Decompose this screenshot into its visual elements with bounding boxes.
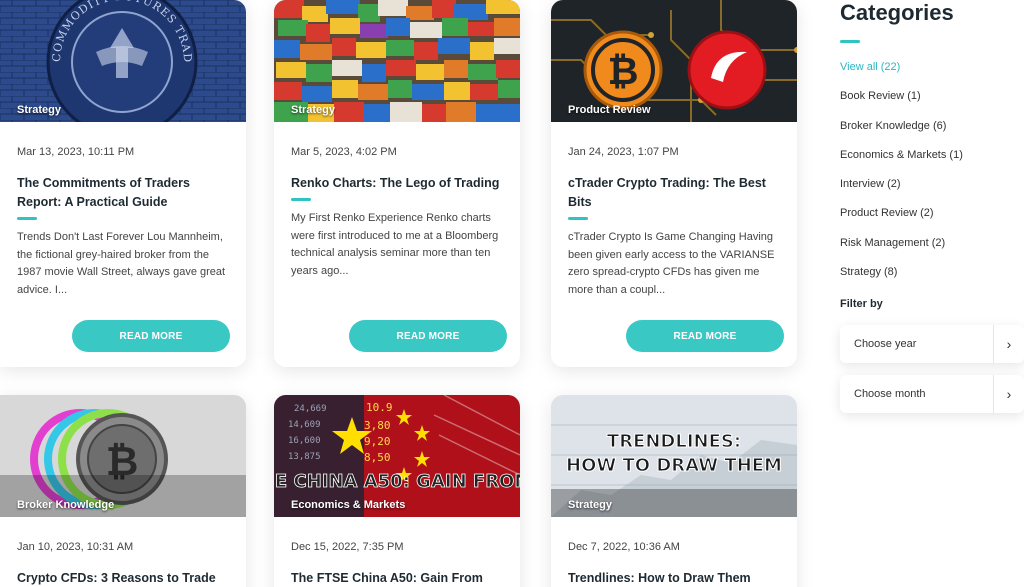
post-title[interactable]: cTrader Crypto Trading: The Best Bits: [568, 174, 780, 212]
image-headline-line1: TRENDLINES:: [607, 431, 741, 452]
categories-sidebar: Categories View all (22) Book Review (1)…: [840, 0, 1024, 310]
read-more-button[interactable]: READ MORE: [349, 320, 507, 352]
month-select-value: Choose month: [854, 388, 926, 400]
post-excerpt: Trends Don't Last Forever Lou Mannheim, …: [17, 231, 226, 296]
category-link-broker-knowledge[interactable]: Broker Knowledge (6): [840, 117, 1024, 146]
post-thumbnail[interactable]: Strategy: [274, 0, 520, 122]
sidebar-title: Categories: [840, 0, 954, 25]
post-thumbnail[interactable]: ₿ Broker Knowledge: [0, 395, 246, 517]
filter-by-label: Filter by: [840, 298, 883, 311]
category-list: View all (22) Book Review (1) Broker Kno…: [840, 58, 1024, 292]
post-date: Dec 7, 2022, 10:36 AM: [568, 541, 680, 553]
year-select-value: Choose year: [854, 338, 917, 350]
post-excerpt: cTrader Crypto Is Game Changing Having b…: [568, 231, 775, 296]
post-card[interactable]: COMMODITY FUTURES TRADING COMMISSION Str…: [0, 0, 246, 367]
title-accent-line: [568, 217, 588, 220]
post-date: Mar 13, 2023, 10:11 PM: [17, 146, 135, 158]
post-category-tag[interactable]: Economics & Markets: [291, 499, 405, 511]
sidebar-accent-line: [840, 40, 860, 43]
post-card[interactable]: TRENDLINES: HOW TO DRAW THEM Strategy De…: [551, 395, 797, 587]
post-card[interactable]: Strategy Mar 5, 2023, 4:02 PM Renko Char…: [274, 0, 520, 367]
post-card[interactable]: 24,669 14,609 16,600 13,875 10.9 3,80 9,20 8,5…: [274, 395, 520, 587]
post-category-tag[interactable]: Broker Knowledge: [17, 499, 114, 511]
svg-text:10.9: 10.9: [366, 401, 393, 414]
category-link-view-all[interactable]: View all (22): [840, 58, 1024, 87]
year-select[interactable]: Choose year ›: [840, 325, 1024, 363]
title-accent-line: [17, 217, 37, 220]
svg-text:13,875: 13,875: [288, 452, 321, 462]
post-title[interactable]: Renko Charts: The Lego of Trading: [291, 174, 503, 193]
post-excerpt: My First Renko Experience Renko charts w…: [291, 212, 499, 277]
svg-text:3,80: 3,80: [364, 419, 391, 432]
image-headline-line2: HOW TO DRAW THEM: [566, 455, 782, 476]
category-link-interview[interactable]: Interview (2): [840, 175, 1024, 204]
post-category-tag[interactable]: Strategy: [17, 104, 61, 116]
chevron-right-icon[interactable]: ›: [994, 336, 1024, 352]
svg-text:14,609: 14,609: [288, 420, 321, 430]
category-link-strategy[interactable]: Strategy (8): [840, 263, 1024, 292]
read-more-button[interactable]: READ MORE: [626, 320, 784, 352]
post-card[interactable]: ₿ Product Review Jan 24, 2023, 1:07 PM c…: [551, 0, 797, 367]
post-category-tag[interactable]: Product Review: [568, 104, 651, 116]
post-category-tag[interactable]: Strategy: [291, 104, 335, 116]
chevron-right-icon[interactable]: ›: [994, 386, 1024, 402]
category-link-economics-markets[interactable]: Economics & Markets (1): [840, 146, 1024, 175]
post-title[interactable]: Crypto CFDs: 3 Reasons to Trade: [17, 569, 229, 587]
post-title[interactable]: Trendlines: How to Draw Them: [568, 569, 780, 587]
post-thumbnail[interactable]: COMMODITY FUTURES TRADING COMMISSION Str…: [0, 0, 246, 122]
post-title[interactable]: The FTSE China A50: Gain From: [291, 569, 503, 587]
title-accent-line: [291, 198, 311, 201]
month-select[interactable]: Choose month ›: [840, 375, 1024, 413]
post-date: Mar 5, 2023, 4:02 PM: [291, 146, 397, 158]
post-category-tag[interactable]: Strategy: [568, 499, 612, 511]
post-thumbnail[interactable]: ₿ Product Review: [551, 0, 797, 122]
svg-text:24,669: 24,669: [294, 404, 327, 414]
svg-text:9,20: 9,20: [364, 435, 391, 448]
svg-text:8,50: 8,50: [364, 451, 391, 464]
post-card[interactable]: ₿ Broker Knowledge Jan 10, 2023, 10:31 A…: [0, 395, 246, 587]
category-link-product-review[interactable]: Product Review (2): [840, 204, 1024, 233]
category-link-risk-management[interactable]: Risk Management (2): [840, 234, 1024, 263]
post-title[interactable]: The Commitments of Traders Report: A Pra…: [17, 174, 229, 212]
post-date: Jan 10, 2023, 10:31 AM: [17, 541, 134, 553]
post-thumbnail[interactable]: TRENDLINES: HOW TO DRAW THEM Strategy: [551, 395, 797, 517]
post-date: Dec 15, 2022, 7:35 PM: [291, 541, 404, 553]
read-more-button[interactable]: READ MORE: [72, 320, 230, 352]
post-thumbnail[interactable]: 24,669 14,609 16,600 13,875 10.9 3,80 9,20 8,5…: [274, 395, 520, 517]
svg-text:₿: ₿: [608, 49, 639, 93]
image-headline: THE FTSE CHINA A50: GAIN FROM CHINA: [274, 471, 520, 492]
svg-text:16,600: 16,600: [288, 436, 321, 446]
post-date: Jan 24, 2023, 1:07 PM: [568, 146, 679, 158]
category-link-book-review[interactable]: Book Review (1): [840, 87, 1024, 116]
